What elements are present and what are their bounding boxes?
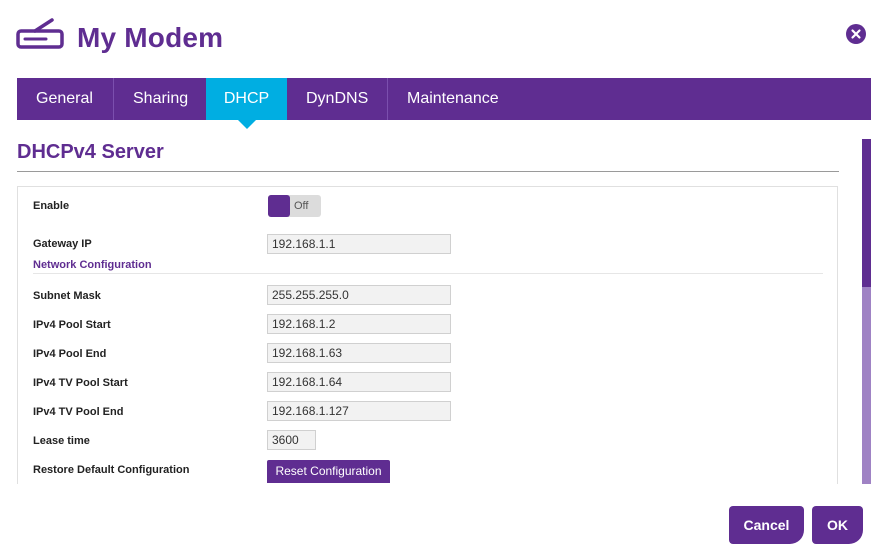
pool-start-label: IPv4 Pool Start [33, 319, 111, 331]
tab-dhcp[interactable]: DHCP [206, 78, 287, 129]
modem-icon [16, 18, 64, 49]
restore-default-label: Restore Default Configuration [33, 464, 190, 476]
reset-configuration-button[interactable]: Reset Configuration [267, 460, 390, 483]
gateway-ip-field[interactable]: 192.168.1.1 [267, 234, 451, 254]
page-title: My Modem [77, 22, 224, 53]
tab-bar: General Sharing DHCP DynDNS Maintenance [17, 78, 871, 129]
close-button[interactable] [846, 24, 866, 44]
subnet-mask-field[interactable]: 255.255.255.0 [267, 285, 451, 305]
ok-button[interactable]: OK [812, 506, 863, 544]
pool-start-field[interactable]: 192.168.1.2 [267, 314, 451, 334]
pool-end-label: IPv4 Pool End [33, 348, 107, 360]
enable-label: Enable [33, 200, 70, 212]
toggle-knob [268, 195, 290, 217]
lease-time-field[interactable]: 3600 [267, 430, 316, 450]
pool-end-field[interactable]: 192.168.1.63 [267, 343, 451, 363]
enable-toggle[interactable]: Off [268, 195, 321, 217]
tv-pool-start-field[interactable]: 192.168.1.64 [267, 372, 451, 392]
tab-dyndns[interactable]: DynDNS [287, 78, 387, 120]
scrollbar-thumb[interactable] [862, 139, 871, 287]
gateway-ip-label: Gateway IP [33, 238, 92, 250]
cancel-button[interactable]: Cancel [729, 506, 804, 544]
tv-pool-end-field[interactable]: 192.168.1.127 [267, 401, 451, 421]
network-configuration-heading: Network Configuration [33, 259, 152, 271]
tv-pool-start-label: IPv4 TV Pool Start [33, 377, 128, 389]
tab-sharing[interactable]: Sharing [113, 78, 206, 120]
section-divider [17, 171, 839, 172]
tv-pool-end-label: IPv4 TV Pool End [33, 406, 124, 418]
settings-panel [17, 186, 838, 484]
dialog-header: My Modem [0, 0, 880, 78]
lease-time-label: Lease time [33, 435, 90, 447]
toggle-state-text: Off [294, 200, 309, 212]
tab-maintenance[interactable]: Maintenance [387, 78, 514, 120]
section-title: DHCPv4 Server [17, 141, 164, 163]
close-icon [851, 29, 861, 39]
tab-general[interactable]: General [17, 78, 113, 120]
network-configuration-divider [33, 273, 823, 274]
subnet-mask-label: Subnet Mask [33, 290, 101, 302]
